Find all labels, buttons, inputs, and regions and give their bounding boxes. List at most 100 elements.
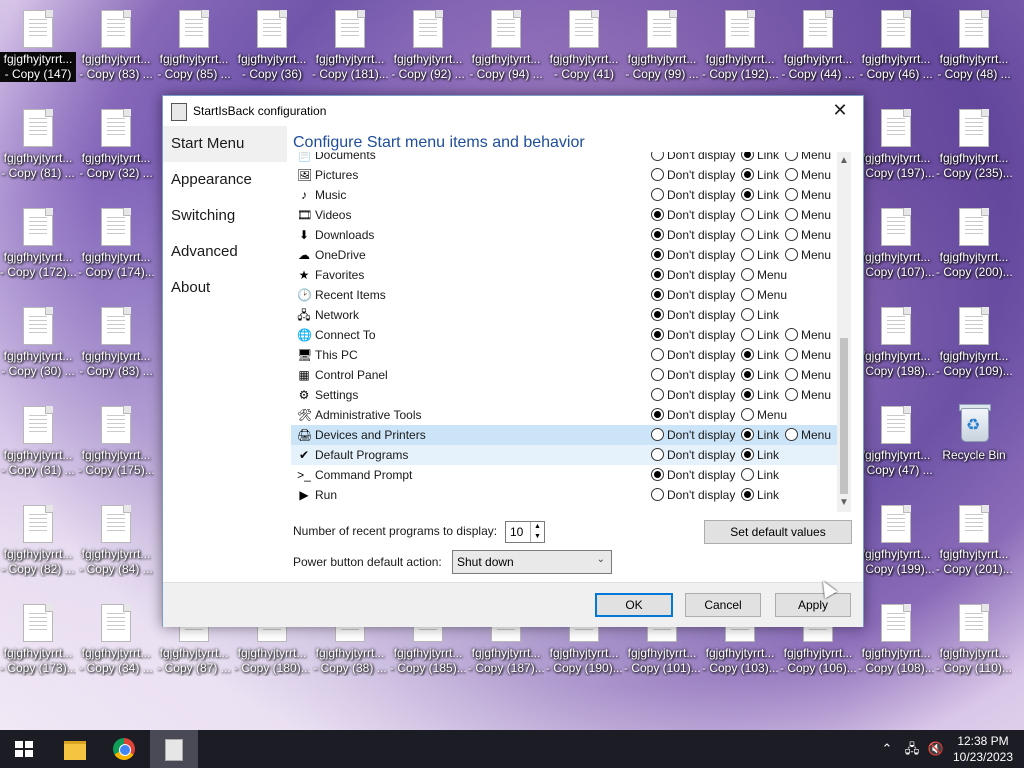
radio-button-icon[interactable] (651, 248, 664, 261)
option-menu-radio[interactable]: Menu (785, 245, 831, 265)
desktop-file-icon[interactable]: fgjgfhyjtyrrt... - Copy (147) (0, 0, 76, 94)
option-dont-radio[interactable]: Don't display (651, 465, 735, 485)
desktop-file-icon[interactable]: fgjgfhyjtyrrt... - Copy (44) ... (780, 0, 856, 94)
desktop-file-icon[interactable]: fgjgfhyjtyrrt... - Copy (48) ... (936, 0, 1012, 94)
radio-button-icon[interactable] (785, 428, 798, 441)
scroll-up-icon[interactable]: ▲ (837, 154, 851, 168)
start-item-row[interactable]: ✔ Default Programs Don't display Link (291, 445, 837, 465)
radio-button-icon[interactable] (651, 308, 664, 321)
option-menu-radio[interactable]: Menu (785, 205, 831, 225)
option-dont-radio[interactable]: Don't display (651, 385, 735, 405)
start-button[interactable] (0, 730, 48, 768)
cancel-button[interactable]: Cancel (685, 593, 761, 617)
start-item-row[interactable]: ♪ Music Don't display Link Menu (291, 185, 837, 205)
radio-button-icon[interactable] (741, 208, 754, 221)
option-link-radio[interactable]: Link (741, 345, 779, 365)
show-hidden-icons-chevron-up-icon[interactable]: ⌃ (878, 730, 896, 768)
radio-button-icon[interactable] (785, 328, 798, 341)
radio-button-icon[interactable] (785, 388, 798, 401)
desktop-file-icon[interactable]: fgjgfhyjtyrrt... - Copy (85) ... (156, 0, 232, 94)
radio-button-icon[interactable] (651, 228, 664, 241)
radio-button-icon[interactable] (741, 288, 754, 301)
option-link-radio[interactable]: Link (741, 305, 779, 325)
radio-button-icon[interactable] (741, 228, 754, 241)
start-item-row[interactable]: 🖧 Network Don't display Link (291, 305, 837, 325)
option-menu-radio[interactable]: Menu (741, 405, 787, 425)
startisback-taskbar-button[interactable] (150, 730, 198, 768)
list-scrollbar[interactable]: ▲ ▼ (837, 152, 851, 512)
radio-button-icon[interactable] (651, 268, 664, 281)
option-dont-radio[interactable]: Don't display (651, 445, 735, 465)
option-menu-radio[interactable]: Menu (741, 265, 787, 285)
option-menu-radio[interactable]: Menu (785, 345, 831, 365)
radio-button-icon[interactable] (741, 348, 754, 361)
nav-item-appearance[interactable]: Appearance (163, 162, 287, 198)
desktop-file-icon[interactable]: fgjgfhyjtyrrt... - Copy (41) (546, 0, 622, 94)
file-explorer-button[interactable] (50, 730, 98, 768)
start-item-row[interactable]: ▦ Control Panel Don't display Link Menu (291, 365, 837, 385)
radio-button-icon[interactable] (741, 368, 754, 381)
nav-item-switching[interactable]: Switching (163, 198, 287, 234)
option-dont-radio[interactable]: Don't display (651, 205, 735, 225)
radio-button-icon[interactable] (785, 208, 798, 221)
option-link-radio[interactable]: Link (741, 225, 779, 245)
radio-button-icon[interactable] (651, 428, 664, 441)
option-link-radio[interactable]: Link (741, 385, 779, 405)
start-item-row[interactable]: 🕑 Recent Items Don't display Menu (291, 285, 837, 305)
desktop-file-icon[interactable]: fgjgfhyjtyrrt... - Copy (32) ... (78, 99, 154, 193)
option-menu-radio[interactable]: Menu (785, 385, 831, 405)
nav-item-about[interactable]: About (163, 270, 287, 306)
start-item-row[interactable]: ★ Favorites Don't display Menu (291, 265, 837, 285)
option-menu-radio[interactable]: Menu (785, 325, 831, 345)
start-item-row[interactable]: ▶ Run Don't display Link (291, 485, 837, 505)
option-menu-radio[interactable]: Menu (785, 225, 831, 245)
start-item-row[interactable]: ☁ OneDrive Don't display Link Menu (291, 245, 837, 265)
option-link-radio[interactable]: Link (741, 325, 779, 345)
desktop-file-icon[interactable]: fgjgfhyjtyrrt... - Copy (198)... (858, 297, 934, 391)
radio-button-icon[interactable] (741, 168, 754, 181)
desktop-file-icon[interactable]: fgjgfhyjtyrrt... - Copy (197)... (858, 99, 934, 193)
radio-button-icon[interactable] (741, 448, 754, 461)
radio-button-icon[interactable] (785, 168, 798, 181)
radio-button-icon[interactable] (651, 468, 664, 481)
desktop-file-icon[interactable]: fgjgfhyjtyrrt... - Copy (31) ... (0, 396, 76, 490)
radio-button-icon[interactable] (651, 168, 664, 181)
start-item-row[interactable]: ⬇ Downloads Don't display Link Menu (291, 225, 837, 245)
radio-button-icon[interactable] (785, 248, 798, 261)
radio-button-icon[interactable] (785, 152, 798, 161)
option-link-radio[interactable]: Link (741, 465, 779, 485)
nav-item-advanced[interactable]: Advanced (163, 234, 287, 270)
radio-button-icon[interactable] (741, 152, 754, 161)
scroll-down-icon[interactable]: ▼ (837, 496, 851, 510)
start-item-row[interactable]: 📄 Documents Don't display Link Menu (291, 152, 837, 165)
option-menu-radio[interactable]: Menu (785, 152, 831, 165)
volume-muted-icon[interactable]: 🔇 (924, 730, 948, 768)
option-dont-radio[interactable]: Don't display (651, 285, 735, 305)
option-link-radio[interactable]: Link (741, 245, 779, 265)
radio-button-icon[interactable] (741, 188, 754, 201)
apply-button[interactable]: Apply (775, 593, 851, 617)
option-link-radio[interactable]: Link (741, 205, 779, 225)
radio-button-icon[interactable] (651, 448, 664, 461)
option-dont-radio[interactable]: Don't display (651, 152, 735, 165)
desktop-file-icon[interactable]: fgjgfhyjtyrrt... - Copy (47) ... (858, 396, 934, 490)
recent-programs-stepper[interactable]: 10 ▲ ▼ (505, 521, 545, 543)
desktop-file-icon[interactable]: fgjgfhyjtyrrt... - Copy (82) ... (0, 495, 76, 589)
option-link-radio[interactable]: Link (741, 485, 779, 505)
option-menu-radio[interactable]: Menu (785, 425, 831, 445)
power-action-select[interactable]: Shut down ⌄ (452, 550, 612, 574)
start-item-row[interactable]: 🖼 Pictures Don't display Link Menu (291, 165, 837, 185)
start-item-row[interactable]: 🖥 This PC Don't display Link Menu (291, 345, 837, 365)
option-dont-radio[interactable]: Don't display (651, 345, 735, 365)
radio-button-icon[interactable] (741, 408, 754, 421)
start-item-row[interactable]: ⚙ Settings Don't display Link Menu (291, 385, 837, 405)
radio-button-icon[interactable] (651, 152, 664, 161)
desktop-file-icon[interactable]: fgjgfhyjtyrrt... - Copy (175)... (78, 396, 154, 490)
option-dont-radio[interactable]: Don't display (651, 325, 735, 345)
desktop-file-icon[interactable]: fgjgfhyjtyrrt... - Copy (201)... (936, 495, 1012, 589)
option-dont-radio[interactable]: Don't display (651, 165, 735, 185)
option-menu-radio[interactable]: Menu (785, 365, 831, 385)
desktop-file-icon[interactable]: fgjgfhyjtyrrt... - Copy (99) ... (624, 0, 700, 94)
desktop-file-icon[interactable]: fgjgfhyjtyrrt... - Copy (173)... (0, 594, 76, 688)
scroll-thumb[interactable] (840, 338, 848, 494)
